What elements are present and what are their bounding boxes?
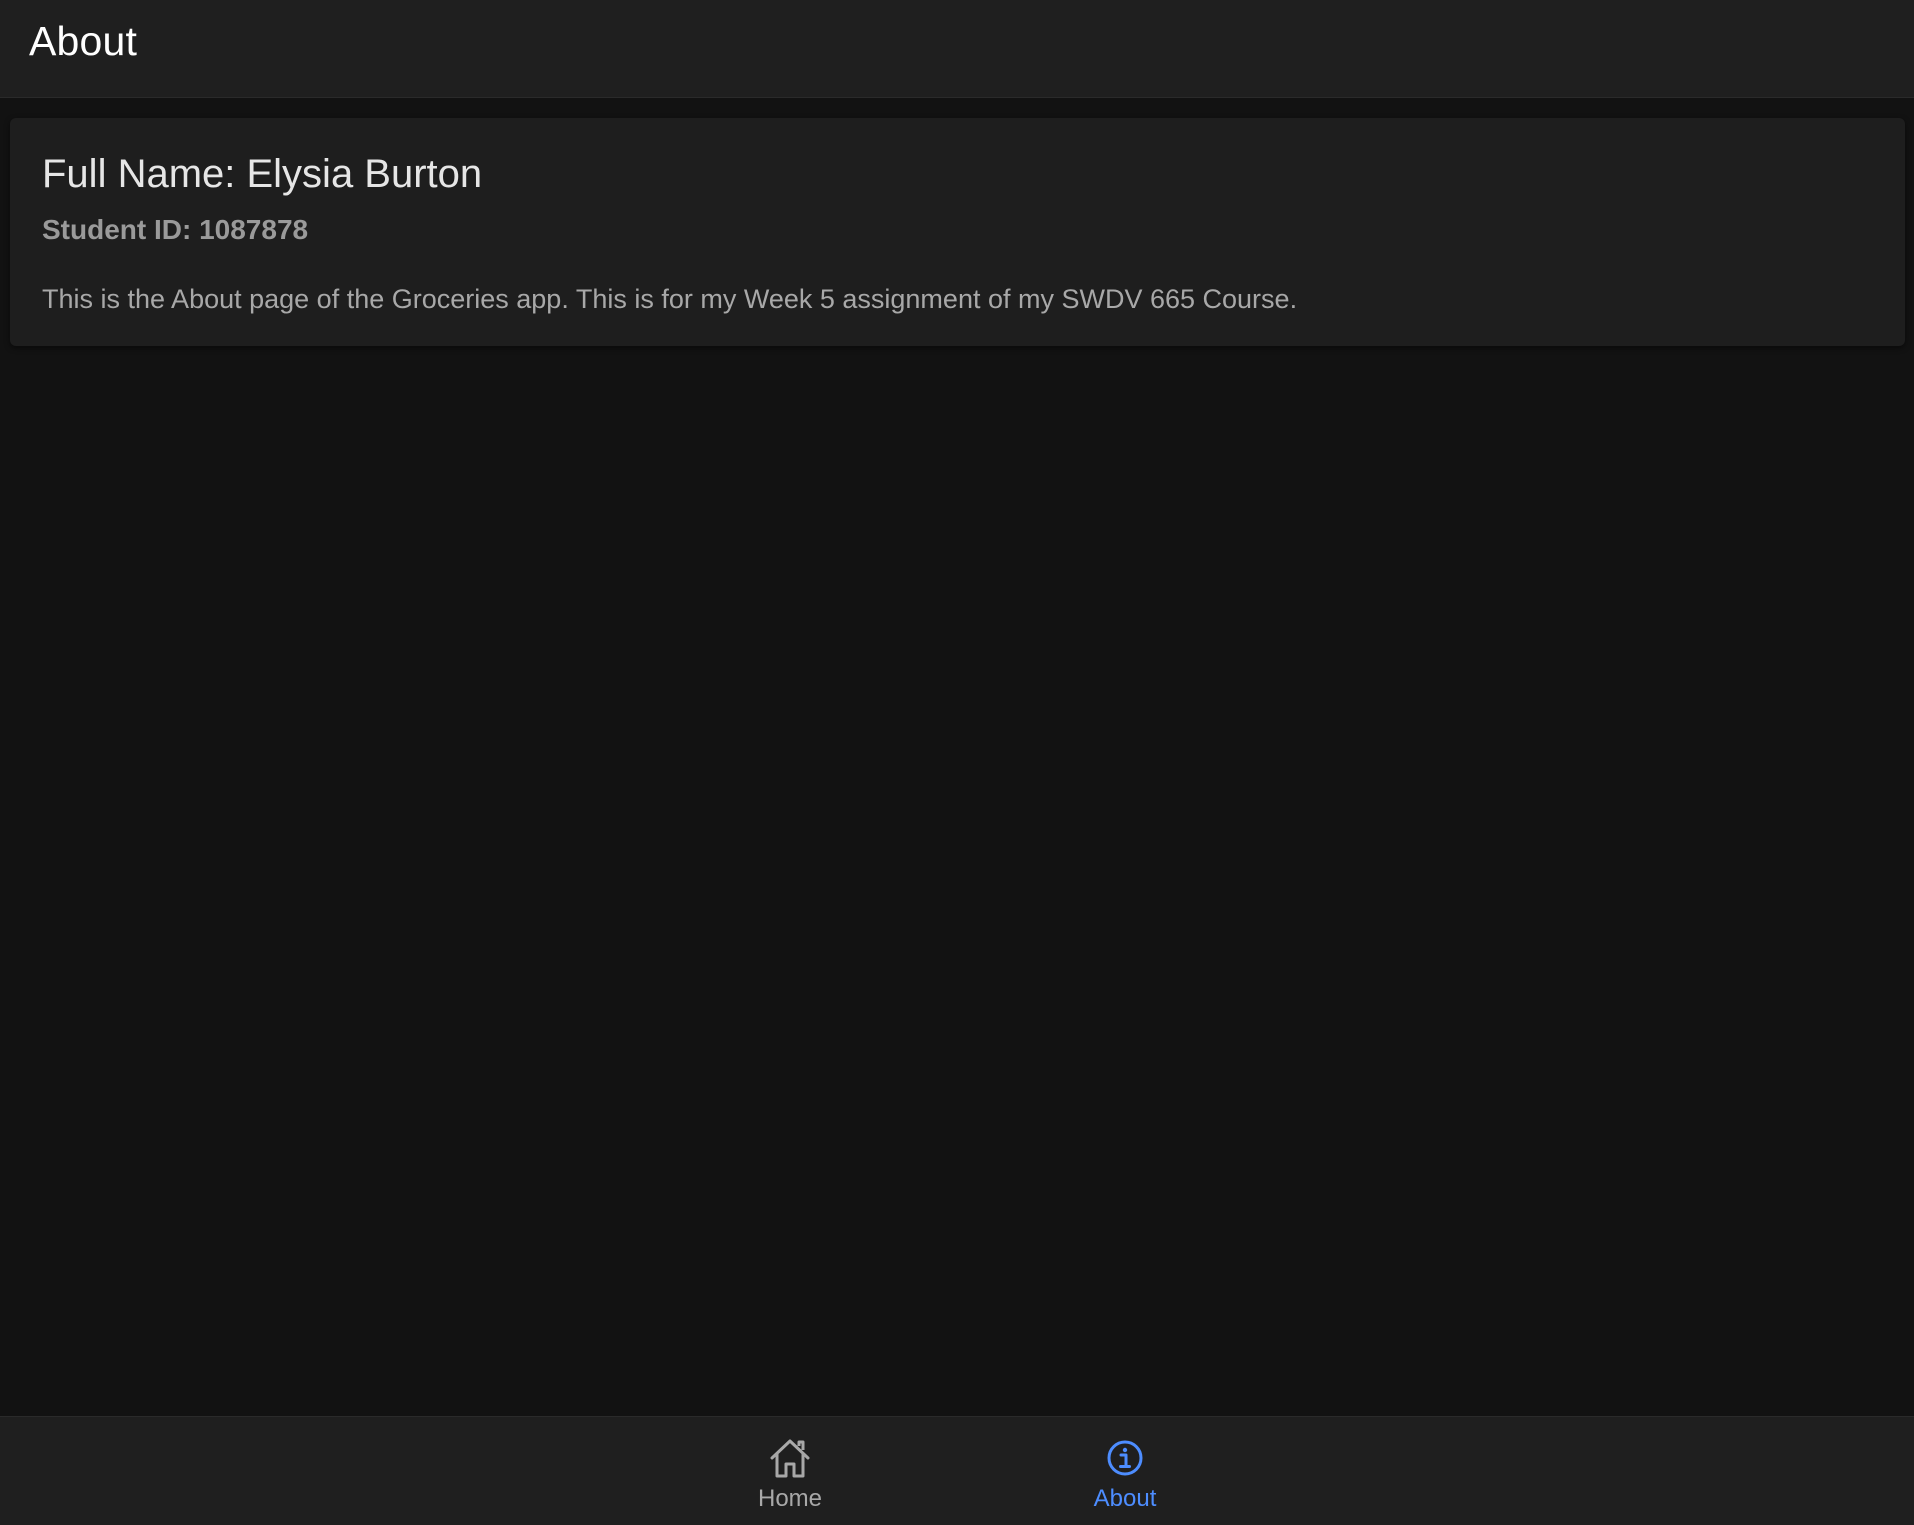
- tab-bar: Home About: [0, 1416, 1914, 1525]
- tab-about[interactable]: About: [1025, 1417, 1225, 1525]
- card-subtitle: Student ID: 1087878: [42, 214, 309, 245]
- main-content: Full Name: Elysia Burton Student ID: 108…: [0, 98, 1914, 1416]
- home-icon: [770, 1439, 810, 1478]
- page-title: About: [29, 18, 138, 64]
- tab-home[interactable]: Home: [690, 1417, 890, 1525]
- tab-home-label: Home: [757, 1485, 823, 1512]
- card-title: Full Name: Elysia Burton: [42, 152, 483, 196]
- about-card: Full Name: Elysia Burton Student ID: 108…: [10, 118, 1905, 346]
- tab-about-label: About: [1093, 1485, 1157, 1512]
- info-icon: [1107, 1440, 1143, 1476]
- card-body-text: This is the About page of the Groceries …: [42, 284, 1298, 314]
- app-header: About: [0, 0, 1914, 98]
